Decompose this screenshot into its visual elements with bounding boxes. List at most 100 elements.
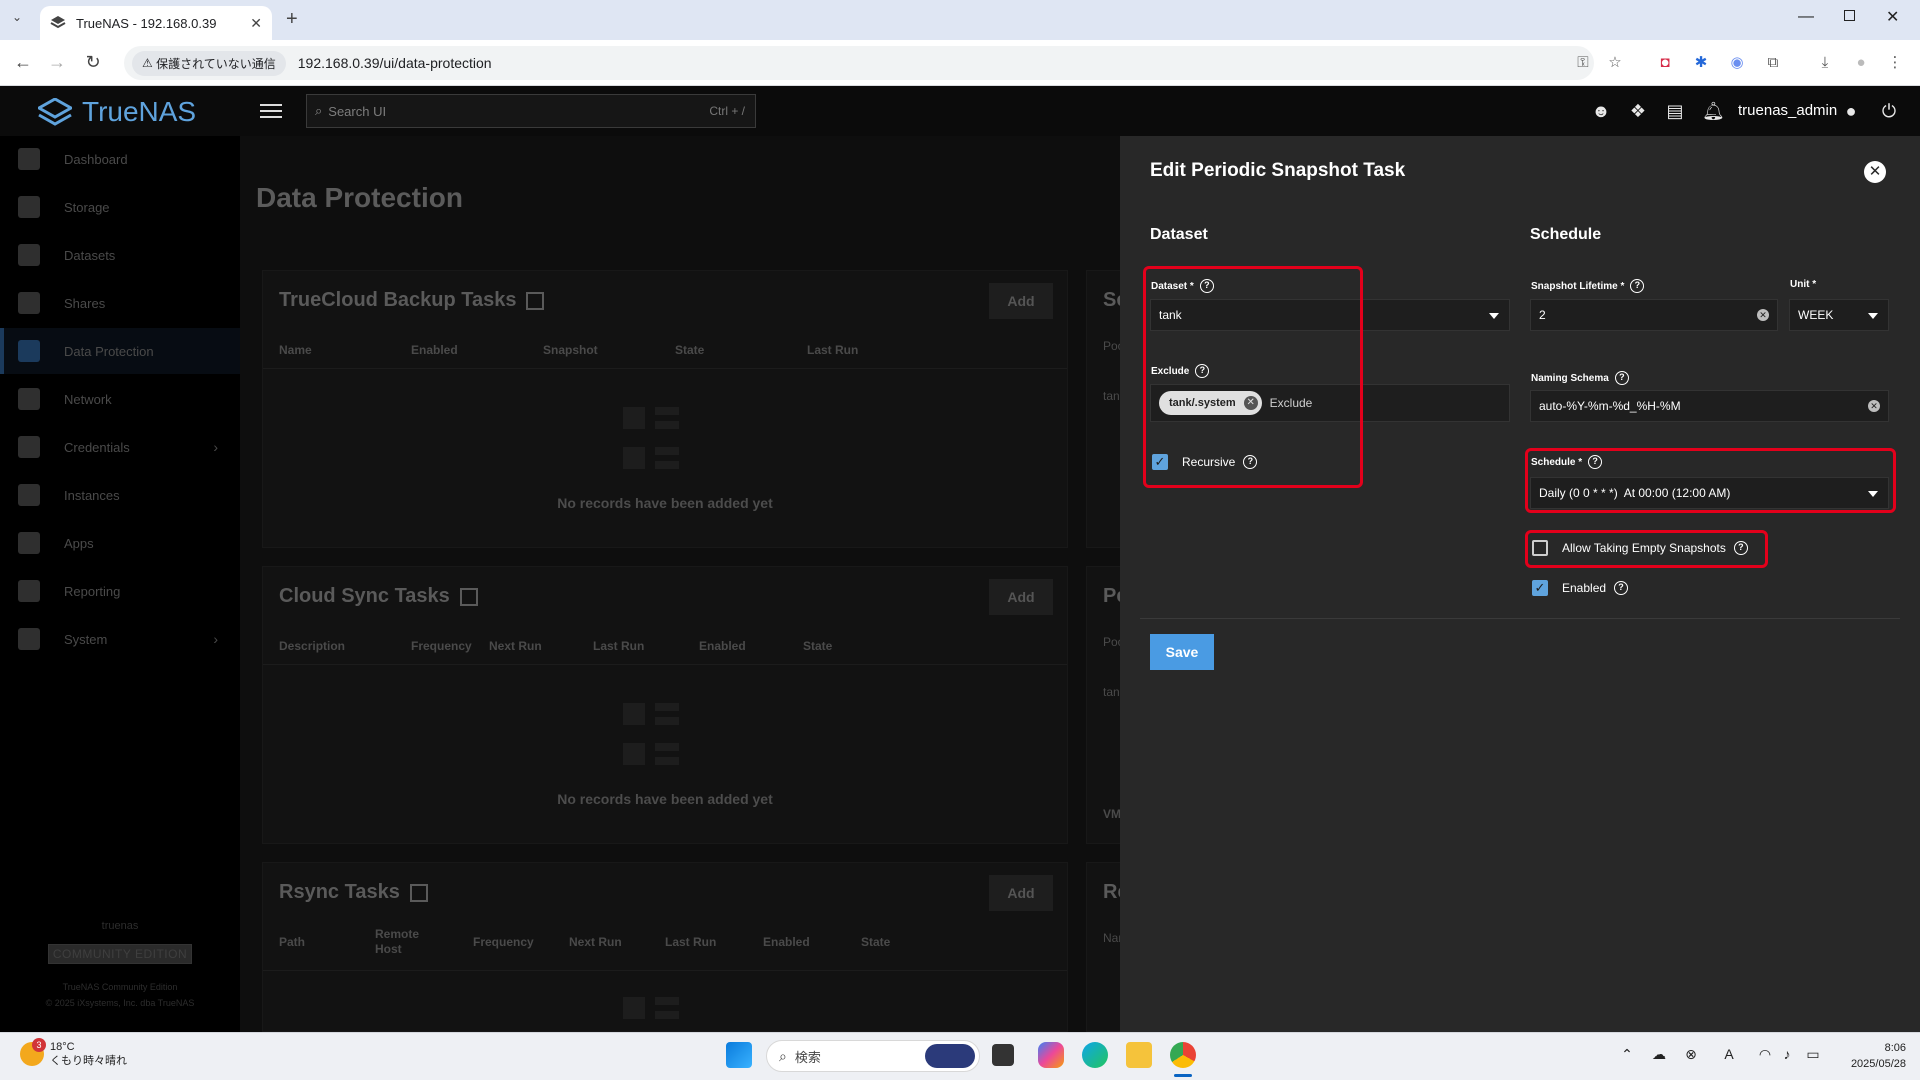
jobs-clipboard-icon[interactable]: ▤ [1664,100,1686,122]
help-icon[interactable]: ? [1630,279,1645,293]
weather-widget[interactable]: 3 18°C くもり時々晴れ [20,1038,127,1068]
ime-icon[interactable]: A [1720,1046,1738,1062]
sidebar-item-label: Datasets [64,247,116,263]
snapshot-lifetime-input[interactable]: 2 ✕ [1530,299,1778,331]
new-tab-icon[interactable]: + [286,8,298,31]
notifications-bell-icon[interactable]: 🔔︎ [1702,100,1725,122]
column-header: Snapshot [543,343,598,357]
sidebar-item-system[interactable]: System › [0,616,240,662]
sidebar-item-apps[interactable]: Apps [0,520,240,566]
reload-icon[interactable]: ↻ [82,52,104,73]
naming-schema-input[interactable]: auto-%Y-%m-%d_%H-%M ✕ [1530,390,1889,422]
column-header: Description [279,639,346,653]
browser-tab[interactable]: TrueNAS - 192.168.0.39 ✕ [40,6,272,40]
forward-icon[interactable]: → [46,52,68,73]
table-cell: tan [1103,685,1120,699]
empty-placeholder-icon [655,407,679,415]
battery-icon[interactable]: ▭ [1804,1046,1822,1063]
sidebar-item-reporting[interactable]: Reporting [0,568,240,614]
unit-select[interactable]: WEEK [1789,299,1889,331]
instances-icon [18,484,40,506]
card-title-text: Cloud Sync Tasks [279,585,450,607]
account-icon[interactable]: ● [1840,100,1862,122]
bookmark-star-icon[interactable]: ☆ [1606,54,1624,72]
gear-icon [18,628,40,650]
taskbar-clock[interactable]: 8:06 2025/05/28 [1842,1040,1906,1072]
sidebar-item-label: Reporting [64,583,121,599]
enabled-checkbox[interactable]: ✓ Enabled ? [1532,580,1629,596]
clear-icon[interactable]: ✕ [1757,309,1769,321]
add-button[interactable]: Add [989,579,1053,615]
chrome-browser-icon[interactable] [1170,1042,1196,1068]
search-ui-input[interactable]: ⌕ Search UI Ctrl + / [306,94,756,128]
copilot-icon[interactable] [1038,1042,1064,1068]
security-warning[interactable]: ⚠ 保護されていない通信 [132,50,286,76]
card-title[interactable]: Rsync Tasks [279,881,428,904]
tab-close-icon[interactable]: ✕ [250,15,262,32]
table-header: Path Remote Host Frequency Next Run Last… [263,925,1067,971]
extension-blue-icon[interactable]: ✱ [1692,54,1710,72]
checkbox-checked-icon[interactable]: ✓ [1532,580,1548,596]
add-button[interactable]: Add [989,875,1053,911]
sidebar-item-network[interactable]: Network [0,376,240,422]
sidebar-item-datasets[interactable]: Datasets [0,232,240,278]
sidebar-item-storage[interactable]: Storage [0,184,240,230]
truenas-logo[interactable]: TrueNAS [38,96,196,128]
task-view-icon[interactable] [992,1044,1014,1066]
tab-list-chevron-icon[interactable]: ⌄ [12,10,22,24]
extensions-puzzle-icon[interactable]: ⧉ [1764,54,1782,72]
clear-icon[interactable]: ✕ [1868,400,1880,412]
extension-search-icon[interactable]: ◉ [1728,54,1746,72]
volume-icon[interactable]: ♪ [1778,1046,1796,1062]
column-header: Next Run [489,639,542,653]
window-close-icon[interactable]: ✕ [1886,7,1899,27]
column-header: State [861,935,891,949]
sidebar-item-shares[interactable]: Shares [0,280,240,326]
browser-toolbar: ← → ↻ ⚠ 保護されていない通信 192.168.0.39/ui/data-… [0,40,1920,86]
onedrive-icon[interactable]: ☁ [1650,1046,1668,1063]
menu-toggle-icon[interactable] [260,100,282,120]
browser-menu-icon[interactable]: ⋮ [1886,54,1904,72]
snapshot-lifetime-label: Snapshot Lifetime *? [1531,279,1645,293]
tray-app-icon[interactable]: ⊗ [1682,1046,1700,1063]
save-button[interactable]: Save [1150,634,1214,670]
edge-browser-icon[interactable] [1082,1042,1108,1068]
download-icon[interactable]: ⤓ [1816,54,1834,72]
windows-start-icon[interactable] [726,1042,752,1068]
minimize-icon[interactable]: — [1798,8,1814,26]
empty-placeholder-icon [623,997,645,1019]
feedback-smiley-icon[interactable]: ☻ [1590,100,1612,122]
username[interactable]: truenas_admin [1738,102,1837,119]
shares-icon [18,292,40,314]
sidebar-item-instances[interactable]: Instances [0,472,240,518]
power-icon[interactable]: ⏻ [1878,100,1900,122]
sidebar-item-dashboard[interactable]: Dashboard [0,136,240,182]
copyright-text: © 2025 iXsystems, Inc. dba TrueNAS [45,998,195,1008]
close-drawer-icon[interactable]: ✕ [1864,161,1886,183]
empty-placeholder-icon [623,407,645,429]
column-header: Last Run [593,639,645,653]
truecommand-icon[interactable]: ❖ [1627,100,1649,122]
address-bar[interactable]: ⚠ 保護されていない通信 192.168.0.39/ui/data-protec… [124,46,1594,80]
card-title[interactable]: Cloud Sync Tasks [279,585,478,608]
tray-overflow-icon[interactable]: ⌃ [1618,1046,1636,1063]
restore-icon[interactable] [1844,10,1855,21]
card-title[interactable]: TrueCloud Backup Tasks [279,289,545,312]
sidebar-item-data-protection[interactable]: Data Protection [0,328,240,374]
help-icon[interactable]: ? [1614,581,1629,595]
key-icon[interactable]: ⚿ [1574,54,1592,72]
file-explorer-icon[interactable] [1126,1042,1152,1068]
truenas-logo-icon [38,98,72,126]
unit-label: Unit * [1790,279,1816,290]
back-icon[interactable]: ← [12,52,34,73]
profile-icon[interactable]: ● [1852,54,1870,72]
wifi-icon[interactable]: ◠ [1756,1046,1774,1063]
chevron-down-icon [1489,313,1499,319]
taskbar-search[interactable]: ⌕ 検索 [766,1040,980,1072]
pocket-extension-icon[interactable]: ◘ [1656,54,1674,72]
help-icon[interactable]: ? [1614,371,1629,385]
sidebar-item-label: System [64,631,108,647]
sidebar-item-label: Storage [64,199,110,215]
sidebar-item-credentials[interactable]: Credentials › [0,424,240,470]
add-button[interactable]: Add [989,283,1053,319]
